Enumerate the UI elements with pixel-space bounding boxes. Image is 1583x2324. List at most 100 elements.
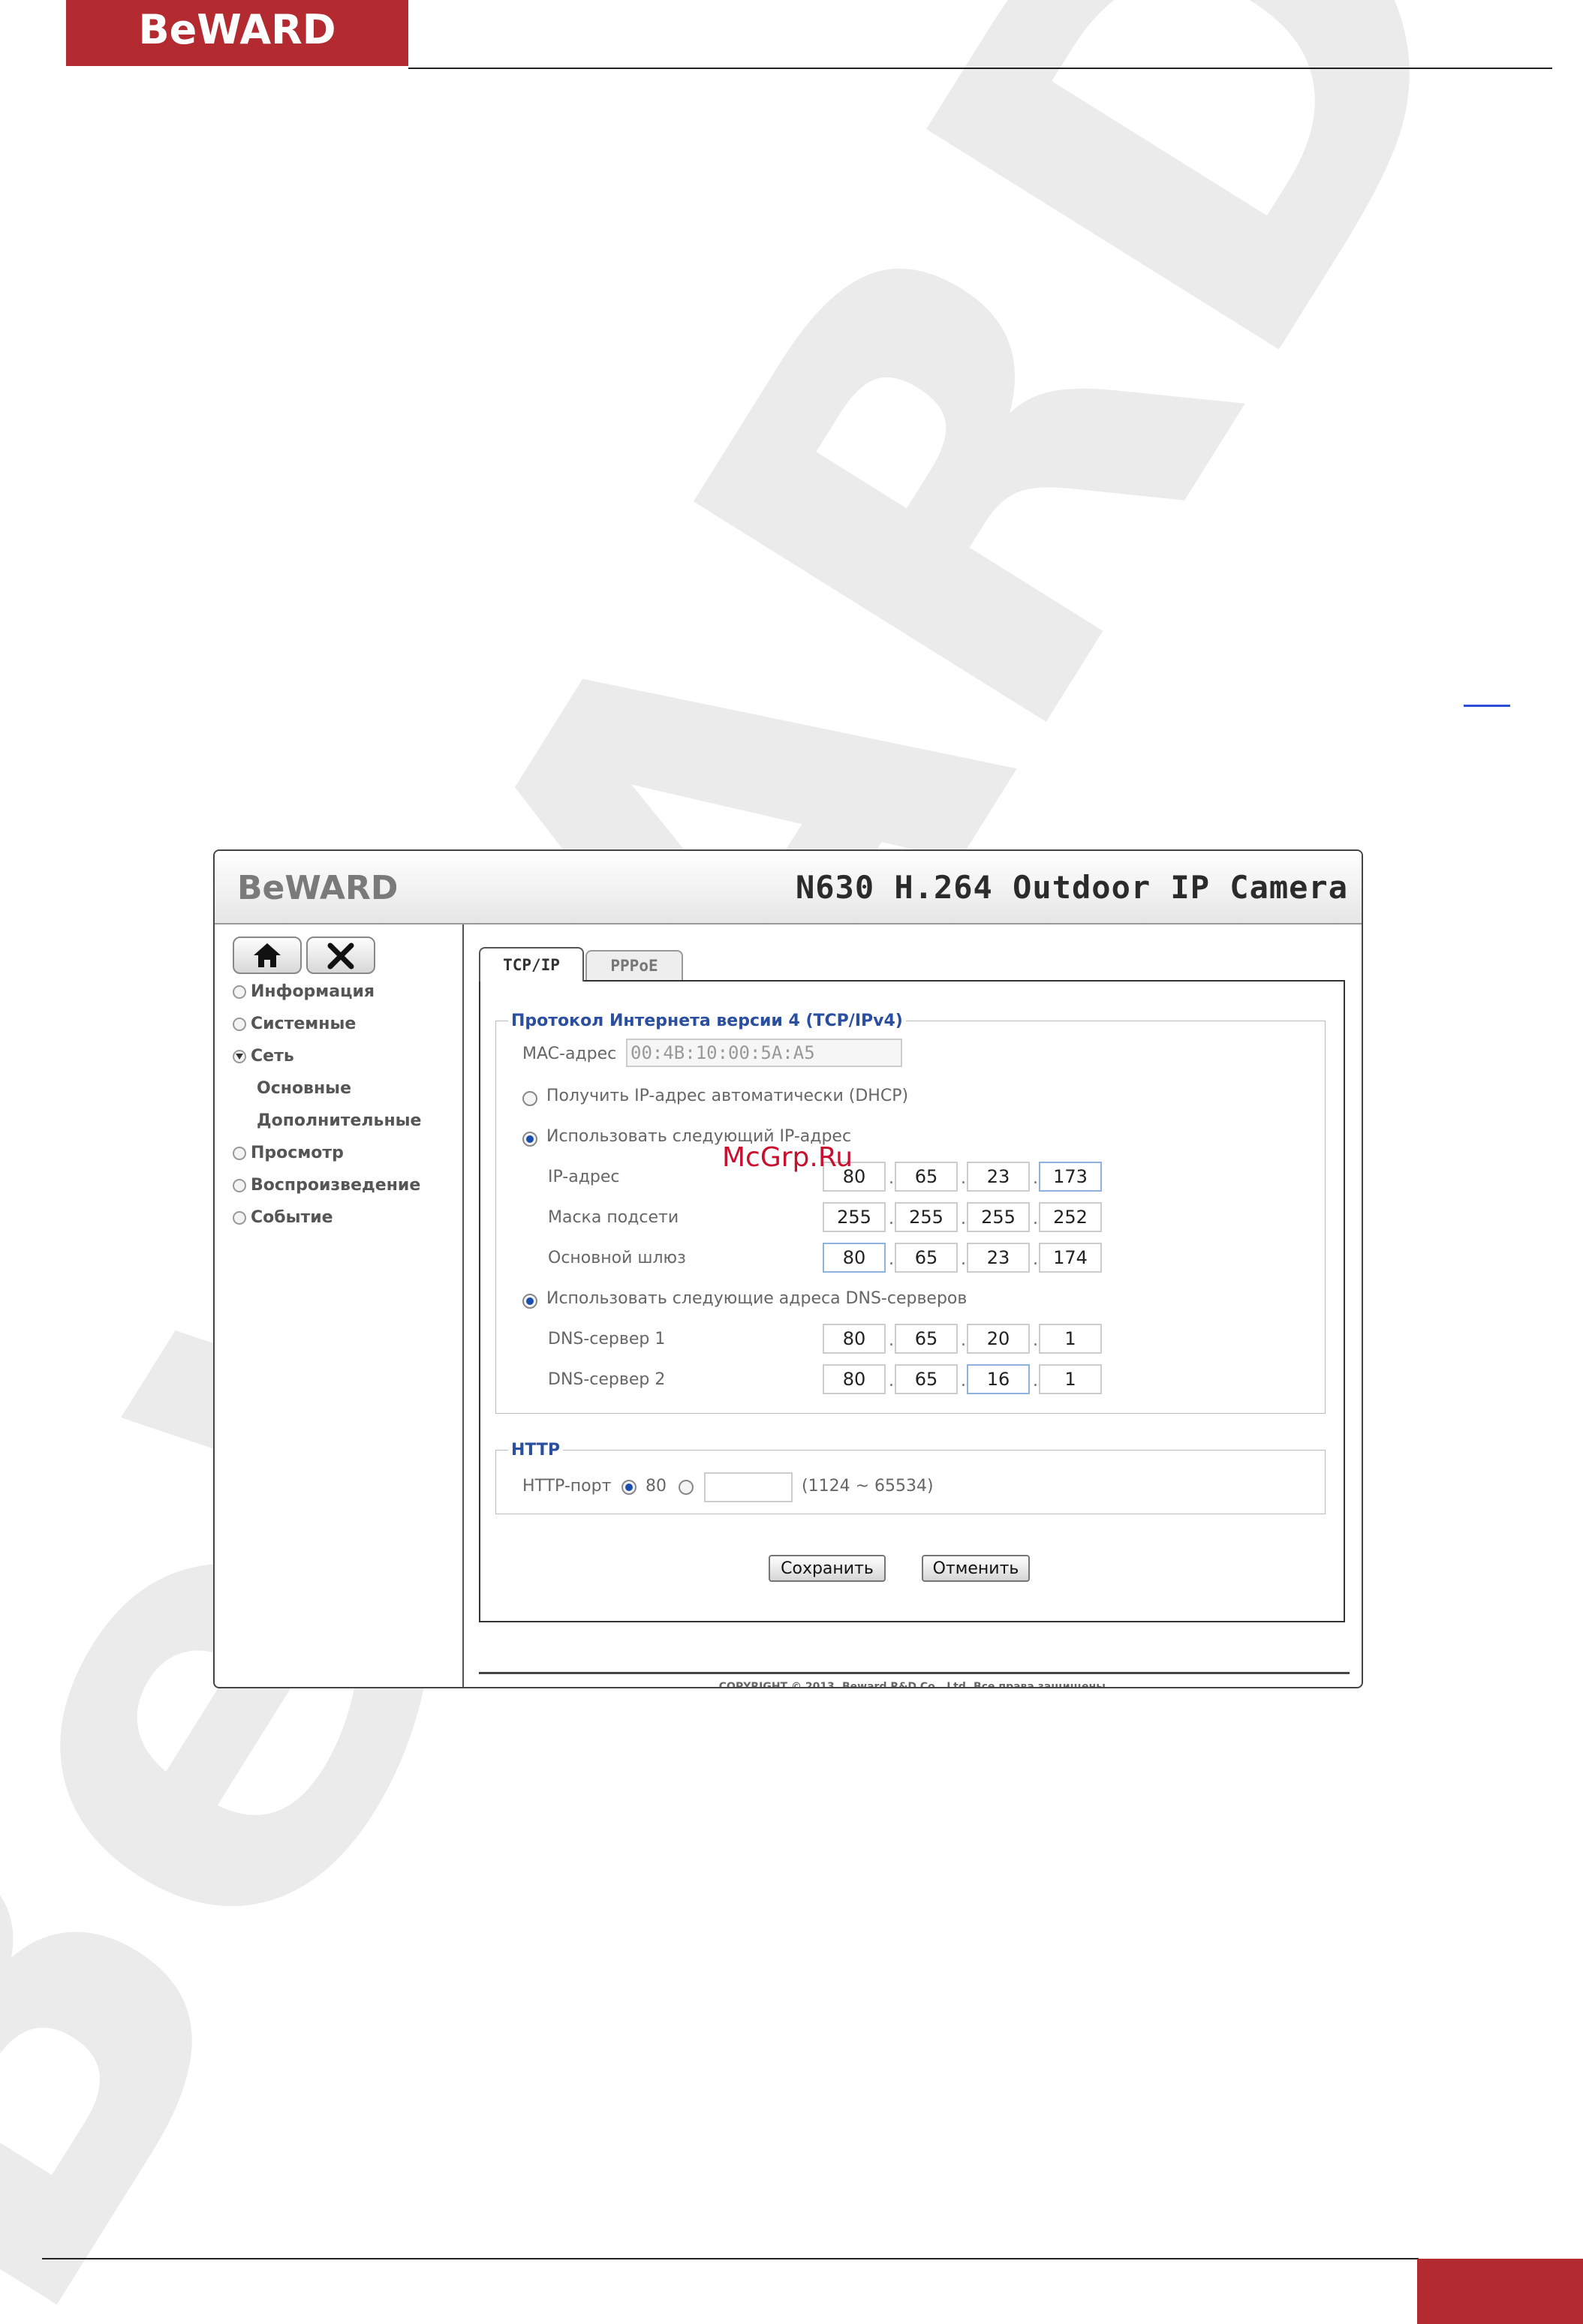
- http-port-input[interactable]: [704, 1472, 793, 1502]
- subnet-mask-label: Маска подсети: [548, 1208, 679, 1227]
- http-port-custom-radio[interactable]: [679, 1480, 694, 1495]
- http-port-label: HTTP-порт: [522, 1477, 612, 1496]
- settings-button[interactable]: [306, 937, 375, 974]
- dns2-label: DNS-сервер 2: [548, 1370, 666, 1389]
- nav-item-network[interactable]: Сеть: [233, 1040, 458, 1072]
- copyright-text: COPYRIGHT © 2013, Beward R&D Co., Ltd. В…: [718, 1681, 1110, 1688]
- ip-address-label: IP-адрес: [548, 1168, 620, 1186]
- save-button[interactable]: Сохранить: [769, 1555, 886, 1582]
- octet-separator: .: [889, 1210, 894, 1228]
- dns2-octet-3[interactable]: [967, 1364, 1030, 1394]
- footer-rule: [42, 2258, 1419, 2259]
- nav-collapsed-icon: [233, 1017, 246, 1031]
- ipv4-legend: Протокол Интернета версии 4 (TCP/IPv4): [511, 1012, 903, 1030]
- nav-collapsed-icon: [233, 1210, 246, 1225]
- nav-subitem-advanced[interactable]: Дополнительные: [233, 1105, 458, 1137]
- nav-label: Событие: [251, 1208, 333, 1227]
- nav-item-event[interactable]: Событие: [233, 1201, 458, 1234]
- octet-separator: .: [961, 1210, 966, 1228]
- octet-separator: .: [1033, 1331, 1038, 1350]
- http-port-default-value: 80: [646, 1477, 667, 1496]
- nav-item-system[interactable]: Системные: [233, 1008, 458, 1040]
- ip-octet-3[interactable]: [967, 1162, 1030, 1192]
- http-port-default-radio[interactable]: [621, 1480, 637, 1495]
- octet-separator: .: [961, 1331, 966, 1350]
- tab-tcpip[interactable]: TCP/IP: [479, 947, 584, 982]
- dns1-octet-1[interactable]: [823, 1324, 886, 1354]
- octet-separator: .: [1033, 1169, 1038, 1188]
- home-icon: [254, 943, 281, 967]
- dns2-octet-1[interactable]: [823, 1364, 886, 1394]
- dns1-octet-4[interactable]: [1039, 1324, 1102, 1354]
- nav-collapsed-icon: [233, 1178, 246, 1192]
- app-logo: BeWARD: [237, 869, 398, 906]
- gateway-octet-2[interactable]: [895, 1243, 958, 1273]
- octet-separator: .: [889, 1372, 894, 1390]
- nav-menu: Информация Системные Сеть Основные Допол…: [233, 976, 458, 1234]
- ip-octet-2[interactable]: [895, 1162, 958, 1192]
- cancel-button[interactable]: Отменить: [922, 1555, 1030, 1582]
- ip-octet-4[interactable]: [1039, 1162, 1102, 1192]
- dns2-octet-2[interactable]: [895, 1364, 958, 1394]
- octet-separator: .: [889, 1331, 894, 1350]
- octet-separator: .: [961, 1250, 966, 1269]
- nav-label: Просмотр: [251, 1144, 344, 1162]
- tab-pppoe[interactable]: PPPoE: [585, 950, 683, 980]
- octet-separator: .: [1033, 1250, 1038, 1269]
- dhcp-radio[interactable]: [522, 1091, 537, 1106]
- main-content: TCP/IP PPPoE Протокол Интернета версии 4…: [462, 924, 1362, 1687]
- dhcp-label: Получить IP-адрес автоматически (DHCP): [546, 1087, 909, 1105]
- nav-collapsed-icon: [233, 1146, 246, 1160]
- octet-separator: .: [961, 1169, 966, 1188]
- nav-label: Дополнительные: [257, 1111, 422, 1130]
- mac-field: [626, 1039, 902, 1067]
- app-logo-text: BeWARD: [237, 869, 398, 906]
- brand-logo-text: BeWARD: [138, 6, 336, 53]
- mask-octet-3[interactable]: [967, 1202, 1030, 1232]
- http-legend: HTTP: [511, 1441, 561, 1460]
- dns1-label: DNS-сервер 1: [548, 1330, 666, 1348]
- nav-label: Воспроизведение: [251, 1176, 421, 1195]
- mask-octet-1[interactable]: [823, 1202, 886, 1232]
- copyright-rule: [479, 1672, 1350, 1674]
- nav-expanded-icon: [233, 1049, 246, 1063]
- mask-octet-4[interactable]: [1039, 1202, 1102, 1232]
- octet-separator: .: [1033, 1372, 1038, 1390]
- gateway-octet-4[interactable]: [1039, 1243, 1102, 1273]
- nav-item-info[interactable]: Информация: [233, 976, 458, 1008]
- mac-label: MAC-адрес: [522, 1045, 617, 1063]
- octet-separator: .: [889, 1250, 894, 1269]
- dns1-octet-3[interactable]: [967, 1324, 1030, 1354]
- static-ip-radio[interactable]: [522, 1132, 537, 1147]
- gateway-octet-3[interactable]: [967, 1243, 1030, 1273]
- nav-collapsed-icon: [233, 985, 246, 999]
- app-title: N630 H.264 Outdoor IP Camera: [795, 869, 1348, 906]
- home-button[interactable]: [233, 937, 302, 974]
- app-header: BeWARD N630 H.264 Outdoor IP Camera: [215, 851, 1362, 924]
- gateway-label: Основной шлюз: [548, 1249, 686, 1267]
- nav-label: Информация: [251, 982, 375, 1001]
- mask-octet-2[interactable]: [895, 1202, 958, 1232]
- sidebar: Информация Системные Сеть Основные Допол…: [215, 924, 464, 1687]
- tools-icon: [327, 943, 354, 970]
- static-dns-radio[interactable]: [522, 1294, 537, 1309]
- nav-item-view[interactable]: Просмотр: [233, 1137, 458, 1169]
- tab-panel: Протокол Интернета версии 4 (TCP/IPv4) M…: [479, 980, 1345, 1622]
- nav-item-playback[interactable]: Воспроизведение: [233, 1169, 458, 1201]
- octet-separator: .: [961, 1372, 966, 1390]
- gateway-octet-1[interactable]: [823, 1243, 886, 1273]
- reference-link-underline[interactable]: [1464, 705, 1510, 707]
- camera-web-ui-screenshot: BeWARD N630 H.264 Outdoor IP Camera Инфо…: [213, 849, 1363, 1688]
- nav-label: Основные: [257, 1079, 351, 1098]
- brand-logo: BeWARD: [138, 6, 336, 53]
- http-port-range-hint: (1124 ~ 65534): [802, 1477, 934, 1496]
- octet-separator: .: [889, 1169, 894, 1188]
- header-rule: [408, 68, 1552, 69]
- brand-logo-banner: BeWARD: [66, 0, 408, 66]
- octet-separator: .: [1033, 1210, 1038, 1228]
- overlay-watermark: McGrp.Ru: [722, 1142, 853, 1173]
- dns1-octet-2[interactable]: [895, 1324, 958, 1354]
- nav-subitem-basic[interactable]: Основные: [233, 1072, 458, 1105]
- footer-page-box: [1417, 2259, 1583, 2324]
- dns2-octet-4[interactable]: [1039, 1364, 1102, 1394]
